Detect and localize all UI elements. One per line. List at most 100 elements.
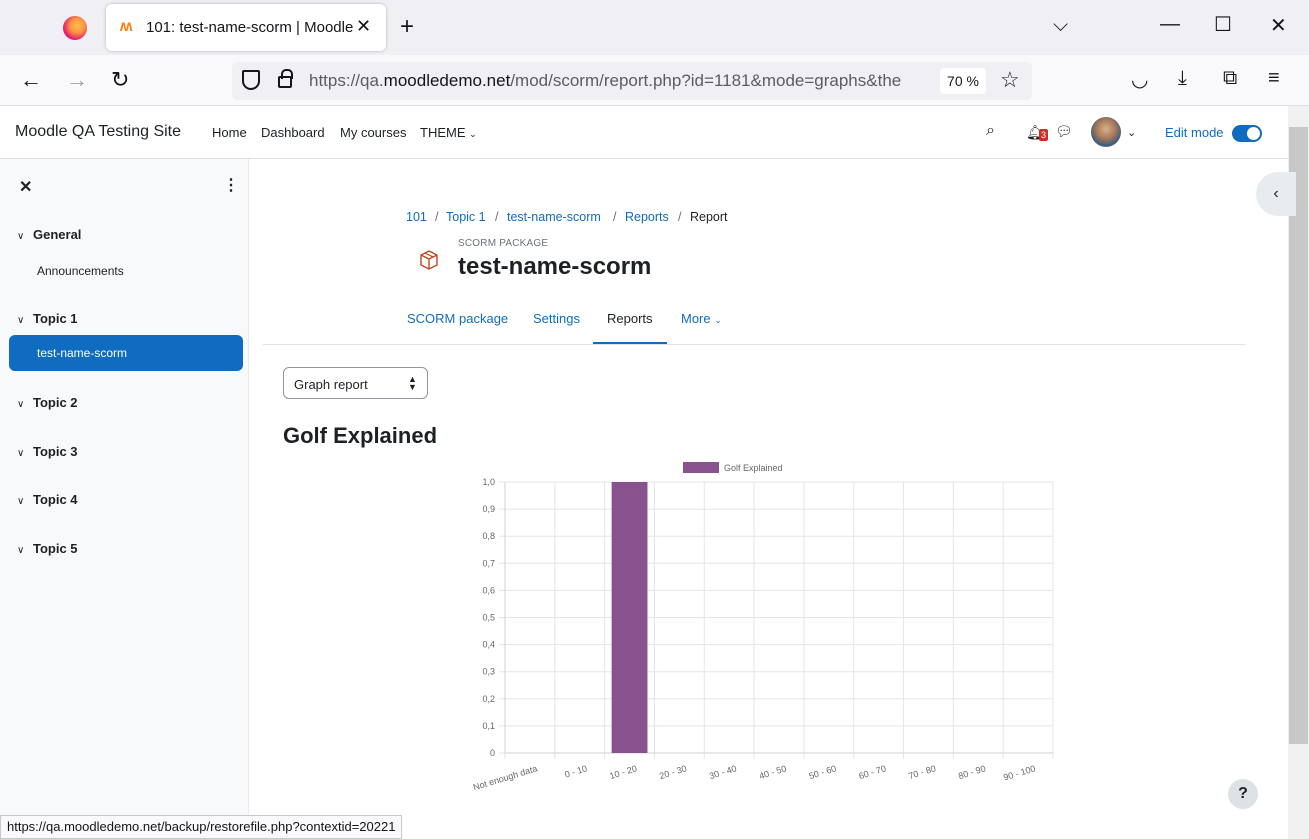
y-tick-label: 0,4 bbox=[482, 640, 495, 650]
chevron-down-icon: ∨ bbox=[17, 399, 25, 410]
x-tick-label: 30 - 40 bbox=[708, 763, 738, 781]
section-topic-4-label: Topic 4 bbox=[33, 492, 78, 507]
edit-mode-label: Edit mode bbox=[1165, 125, 1224, 140]
breadcrumb-topic-1[interactable]: Topic 1 bbox=[446, 210, 486, 224]
forward-icon[interactable]: → bbox=[66, 67, 88, 93]
nav-home[interactable]: Home bbox=[212, 125, 247, 140]
section-topic-1[interactable]: ∨ Topic 1 bbox=[17, 311, 78, 326]
minimize-icon[interactable]: — bbox=[1160, 13, 1180, 36]
edit-mode-toggle[interactable] bbox=[1232, 125, 1262, 142]
breadcrumb-separator: / bbox=[613, 210, 617, 224]
reload-icon[interactable]: ↻ bbox=[111, 67, 129, 93]
browser-tab[interactable]: ʍ 101: test-name-scorm | Moodle ✕ bbox=[106, 4, 386, 51]
page-title: test-name-scorm bbox=[458, 253, 652, 280]
search-icon[interactable]: ⌕ bbox=[986, 122, 995, 140]
section-topic-2[interactable]: ∨ Topic 2 bbox=[17, 395, 78, 410]
messages-icon[interactable]: 💬︎ bbox=[1055, 123, 1073, 140]
tab-reports[interactable]: Reports bbox=[607, 311, 653, 326]
tab-scorm-package[interactable]: SCORM package bbox=[407, 311, 508, 326]
y-tick-label: 0,3 bbox=[482, 667, 495, 677]
breadcrumb-test-name-scorm[interactable]: test-name-scorm bbox=[507, 210, 601, 224]
notification-count-badge: 3 bbox=[1039, 129, 1048, 141]
chevron-down-icon: ∨ bbox=[17, 315, 25, 326]
tab-title: 101: test-name-scorm | Moodle bbox=[146, 19, 354, 36]
tab-more-label: More bbox=[681, 311, 711, 326]
extensions-icon[interactable]: ⧉ bbox=[1223, 67, 1237, 90]
drawer-item-test-name-scorm[interactable]: test-name-scorm bbox=[9, 335, 243, 371]
kebab-menu-icon[interactable]: ⋮ bbox=[223, 175, 239, 195]
menu-icon[interactable]: ≡ bbox=[1268, 67, 1280, 90]
browser-tabstrip: ʍ 101: test-name-scorm | Moodle ✕ + ⌵ — … bbox=[0, 0, 1309, 55]
tab-more[interactable]: More ⌄ bbox=[681, 311, 722, 326]
breadcrumb-report: Report bbox=[690, 210, 728, 224]
drawer-item-label: test-name-scorm bbox=[37, 346, 128, 360]
section-topic-1-label: Topic 1 bbox=[33, 311, 78, 326]
url-host: moodledemo.net bbox=[383, 71, 511, 90]
legend-label: Golf Explained bbox=[724, 463, 783, 473]
x-tick-label: 50 - 60 bbox=[808, 763, 838, 781]
y-tick-label: 0,6 bbox=[482, 585, 495, 595]
breadcrumb-101[interactable]: 101 bbox=[406, 210, 427, 224]
chevron-down-icon: ∨ bbox=[17, 231, 25, 242]
x-tick-label: Not enough data bbox=[472, 763, 539, 792]
page-scrollbar-thumb[interactable] bbox=[1289, 127, 1308, 744]
nav-dashboard[interactable]: Dashboard bbox=[261, 125, 325, 140]
section-topic-3[interactable]: ∨ Topic 3 bbox=[17, 444, 78, 459]
y-tick-label: 0,1 bbox=[482, 721, 495, 731]
firefox-icon[interactable] bbox=[63, 16, 87, 40]
x-tick-label: 10 - 20 bbox=[608, 763, 638, 781]
close-window-icon[interactable]: ✕ bbox=[1270, 13, 1287, 38]
chevron-down-icon: ∨ bbox=[17, 448, 25, 459]
report-type-select[interactable]: Graph report ▲ ▼ bbox=[283, 367, 428, 399]
breadcrumb-separator: / bbox=[678, 210, 682, 224]
close-drawer-icon[interactable]: ✕ bbox=[19, 177, 32, 197]
chevron-down-icon[interactable]: ⌵ bbox=[1053, 14, 1068, 37]
open-block-drawer-icon[interactable]: ‹ bbox=[1256, 172, 1296, 216]
shield-icon[interactable] bbox=[242, 70, 260, 90]
chevron-down-icon: ∨ bbox=[17, 496, 25, 507]
download-icon[interactable]: ⤓ bbox=[1178, 67, 1187, 90]
y-tick-label: 0,7 bbox=[482, 558, 495, 568]
chart-bar bbox=[611, 482, 648, 753]
tab-settings[interactable]: Settings bbox=[533, 311, 580, 326]
zoom-level-badge[interactable]: 70 % bbox=[940, 68, 986, 94]
back-icon[interactable]: ← bbox=[20, 67, 42, 93]
report-title: Golf Explained bbox=[283, 423, 438, 448]
course-index-drawer: ✕ ⋮ ∨ General Announcements ∨ Topic 1 test… bbox=[0, 159, 249, 839]
new-tab-icon[interactable]: + bbox=[400, 13, 414, 41]
bookmark-star-icon[interactable]: ☆ bbox=[1000, 67, 1020, 93]
help-button[interactable]: ? bbox=[1228, 779, 1258, 809]
nav-theme[interactable]: THEME ⌄ bbox=[420, 125, 477, 140]
section-topic-4[interactable]: ∨ Topic 4 bbox=[17, 492, 78, 507]
moodle-favicon-icon: ʍ bbox=[120, 18, 133, 35]
close-tab-icon[interactable]: ✕ bbox=[356, 16, 371, 37]
nav-my-courses[interactable]: My courses bbox=[340, 125, 406, 140]
graph-report-chart: 0 0,1 0,2 0,3 0,4 0,5 0,6 0,7 0,8 0,9 1,0 Not enoug… bbox=[472, 462, 1054, 792]
user-menu-chevron-icon[interactable]: ⌄ bbox=[1127, 126, 1136, 139]
pocket-icon[interactable]: ◡ bbox=[1131, 67, 1148, 92]
x-tick-label: 0 - 10 bbox=[563, 763, 588, 779]
user-avatar[interactable] bbox=[1091, 117, 1121, 147]
section-general[interactable]: ∨ General bbox=[17, 227, 81, 242]
drawer-item-announcements[interactable]: Announcements bbox=[37, 264, 124, 278]
x-tick-label: 60 - 70 bbox=[857, 763, 887, 781]
site-name[interactable]: Moodle QA Testing Site bbox=[15, 123, 181, 141]
y-tick-label: 0,2 bbox=[482, 694, 495, 704]
maximize-icon[interactable]: ☐ bbox=[1214, 12, 1232, 37]
breadcrumb-separator: / bbox=[495, 210, 499, 224]
section-topic-5-label: Topic 5 bbox=[33, 541, 78, 556]
breadcrumb-reports[interactable]: Reports bbox=[625, 210, 669, 224]
x-tick-label: 90 - 100 bbox=[1002, 763, 1037, 782]
y-tick-label: 0,5 bbox=[482, 613, 495, 623]
url-text[interactable]: https://qa.moodledemo.net/mod/scorm/repo… bbox=[309, 71, 932, 91]
x-tick-label: 40 - 50 bbox=[758, 763, 788, 781]
link-status-bar: https://qa.moodledemo.net/backup/restore… bbox=[0, 815, 403, 839]
section-topic-5[interactable]: ∨ Topic 5 bbox=[17, 541, 78, 556]
legend-swatch bbox=[683, 462, 719, 473]
chevron-down-icon: ∨ bbox=[17, 545, 25, 556]
lock-icon[interactable] bbox=[278, 69, 293, 88]
select-arrows-icon: ▲ ▼ bbox=[408, 374, 417, 392]
url-bar[interactable]: https://qa.moodledemo.net/mod/scorm/repo… bbox=[232, 62, 1032, 100]
y-tick-label: 0,9 bbox=[482, 504, 495, 514]
browser-toolbar: ← → ↻ https://qa.moodledemo.net/mod/scor… bbox=[0, 55, 1309, 106]
